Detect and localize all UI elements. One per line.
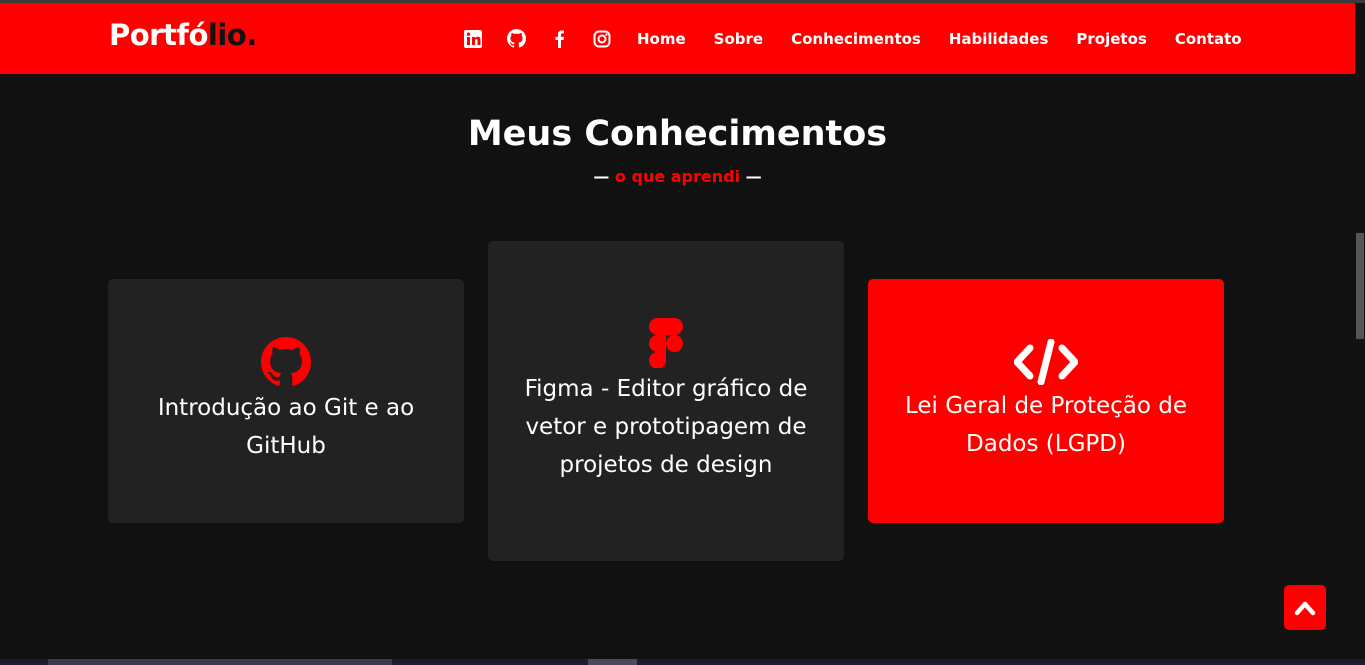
card-text: Introdução ao Git e ao GitHub: [157, 395, 415, 459]
section-subtitle: — o que aprendi —: [0, 167, 1355, 186]
scrollbar-thumb[interactable]: [1356, 233, 1364, 339]
nav-right: Home Sobre Conhecimentos Habilidades Pro…: [462, 3, 1270, 74]
github-icon[interactable]: [505, 28, 527, 50]
nav-projetos[interactable]: Projetos: [1076, 30, 1146, 48]
card-figma[interactable]: Figma - Editor gráfico de vetor e protot…: [488, 241, 844, 561]
nav-menu: Home Sobre Conhecimentos Habilidades Pro…: [637, 30, 1270, 48]
scroll-to-top-button[interactable]: [1284, 585, 1326, 630]
taskbar-item[interactable]: [588, 659, 637, 665]
subtitle-text: o que aprendi: [614, 167, 741, 186]
logo[interactable]: Portfólio.: [109, 18, 257, 52]
dash-left: —: [593, 167, 610, 186]
section-title: Meus Conhecimentos: [467, 114, 888, 154]
scrollbar[interactable]: [1355, 74, 1365, 665]
logo-main: Portfó: [109, 18, 208, 52]
nav-home[interactable]: Home: [637, 30, 686, 48]
nav-contato[interactable]: Contato: [1175, 30, 1242, 48]
card-text: Figma - Editor gráfico de vetor e protot…: [524, 376, 808, 478]
dash-right: —: [745, 167, 762, 186]
card-text: Lei Geral de Proteção de Dados (LGPD): [904, 393, 1188, 457]
instagram-icon[interactable]: [591, 28, 613, 50]
card-lgpd[interactable]: Lei Geral de Proteção de Dados (LGPD): [868, 279, 1224, 523]
figma-icon: [649, 318, 683, 368]
logo-accent: lio.: [207, 18, 257, 52]
card-git[interactable]: Introdução ao Git e ao GitHub: [108, 279, 464, 523]
taskbar-item[interactable]: [48, 659, 392, 665]
taskbar: [0, 659, 1365, 665]
code-icon: [1014, 339, 1078, 385]
nav-conhecimentos[interactable]: Conhecimentos: [791, 30, 921, 48]
nav-sobre[interactable]: Sobre: [714, 30, 763, 48]
chevron-up-icon: [1294, 600, 1316, 616]
social-links: [462, 28, 634, 50]
facebook-icon[interactable]: [548, 28, 570, 50]
linkedin-icon[interactable]: [462, 28, 484, 50]
nav-habilidades[interactable]: Habilidades: [949, 30, 1049, 48]
navbar: Portfólio. Home Sobre Conhecimentos Habi…: [0, 3, 1355, 74]
github-icon: [261, 337, 311, 387]
